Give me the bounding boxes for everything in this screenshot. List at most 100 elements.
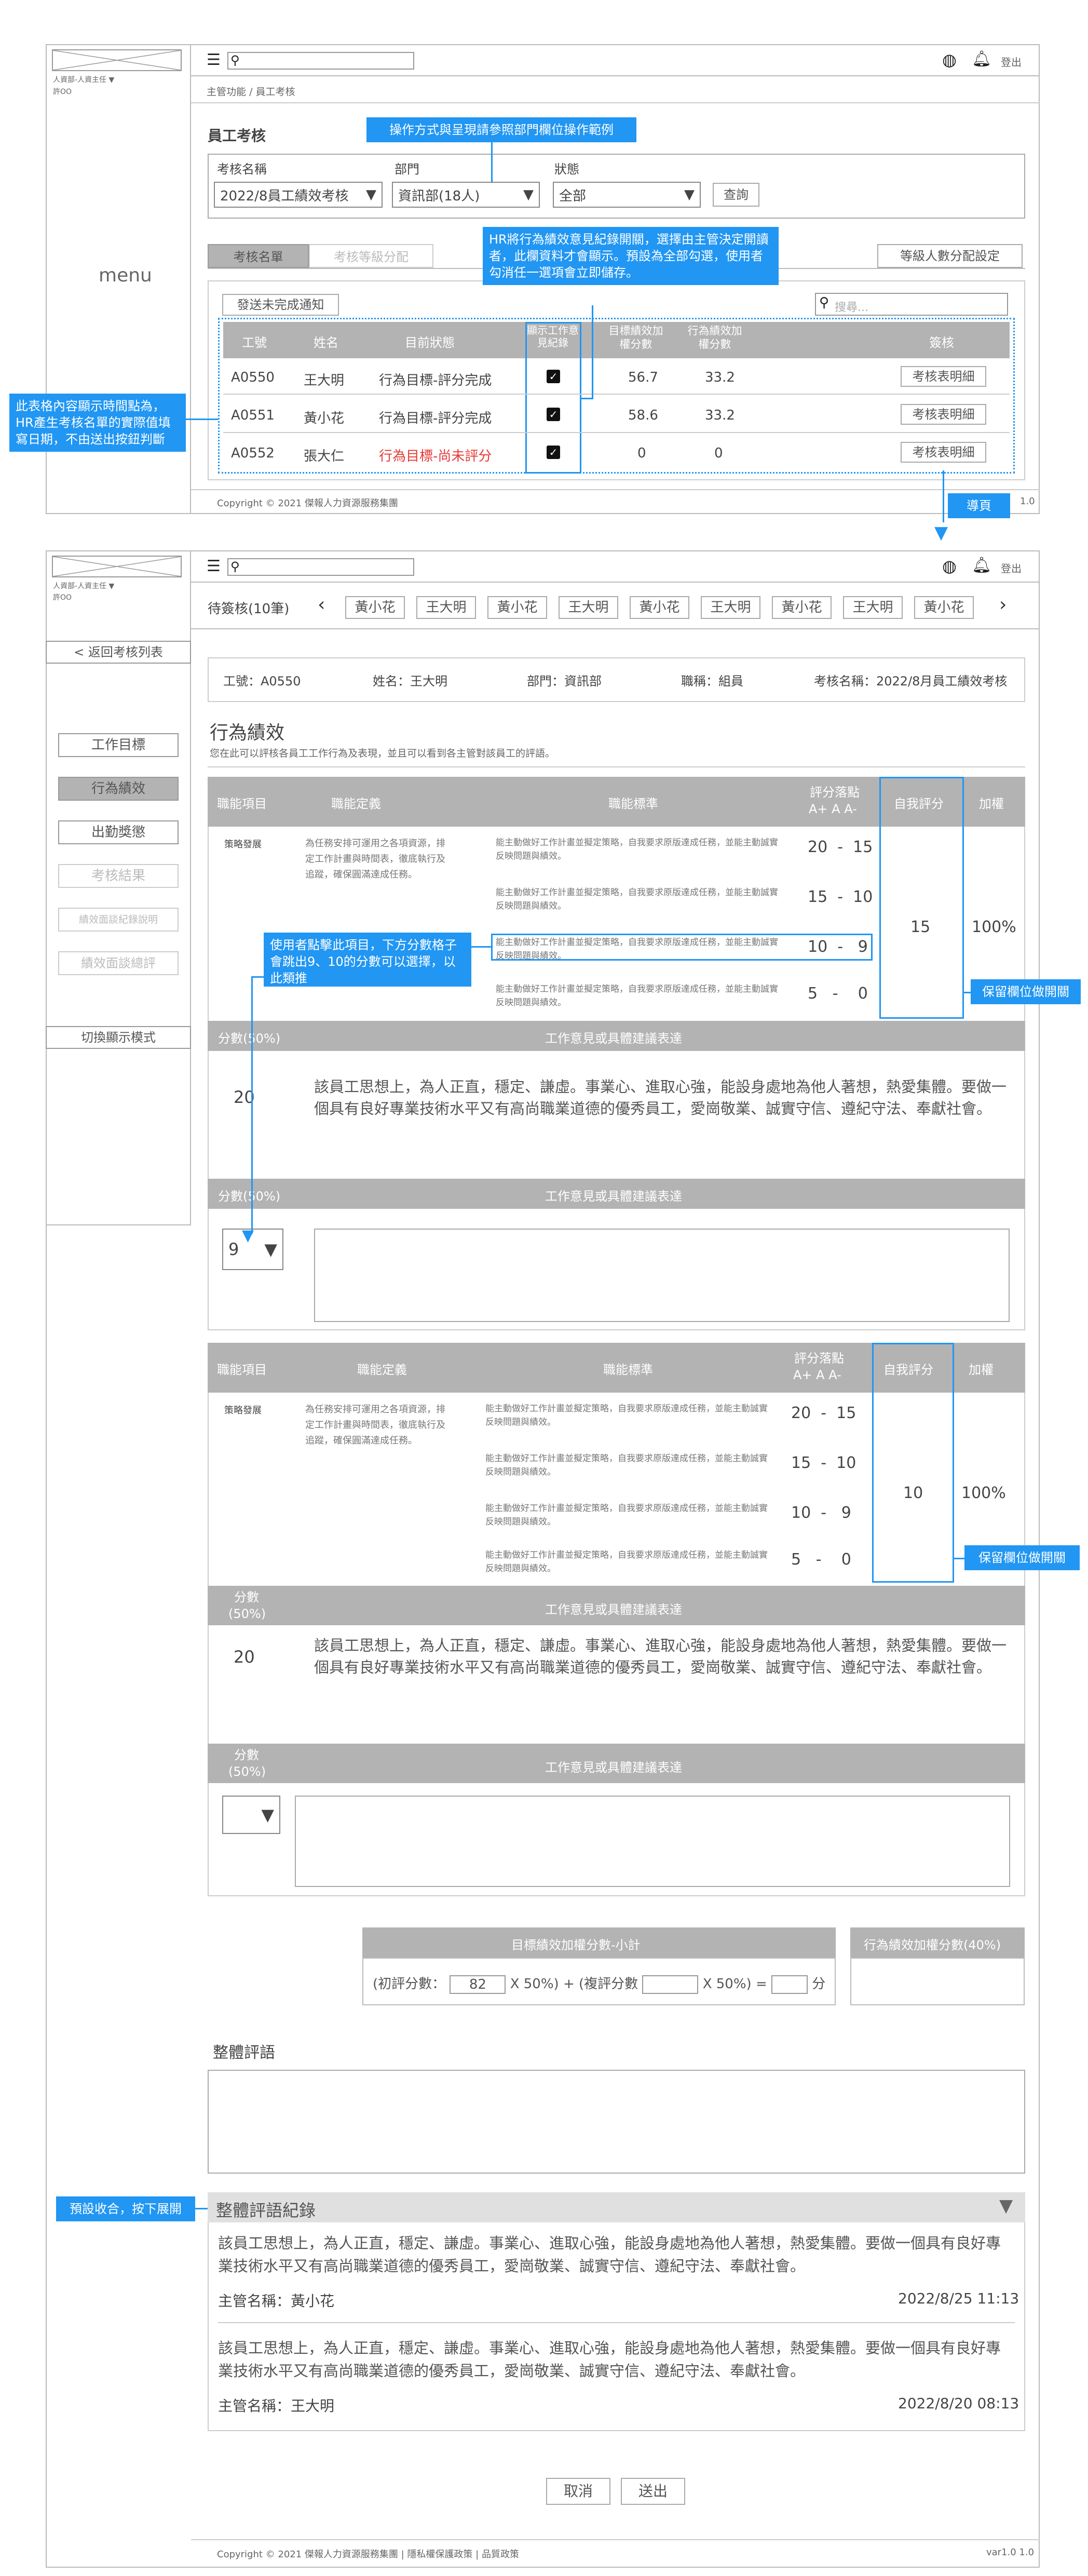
status-select[interactable]: 全部 ▼ [553,182,701,208]
person-chip[interactable]: 黃小花 [487,596,547,619]
person-chip[interactable]: 王大明 [559,596,618,619]
person-chip[interactable]: 黃小花 [772,596,832,619]
note-dept-example: 操作方式與呈現請參照部門欄位操作範例 [366,117,636,142]
person-chip[interactable]: 黃小花 [630,596,689,619]
chevron-down-icon: ▼ [366,187,376,203]
sidebar-item-goal[interactable]: 工作目標 [58,733,179,757]
detail-button[interactable]: 考核表明細 [901,442,986,463]
footer-copyright: Copyright © 2021 傑報人力資源服務集團 [217,498,398,509]
search-input[interactable]: ⚲ [227,52,414,70]
comment-checkbox[interactable]: ✓ [547,370,560,383]
info-exam: 考核名稱：2022/8月員工績效考核 [814,674,1008,689]
score-label: 分數(50%) [228,1748,266,1779]
comment-checkbox[interactable]: ✓ [547,446,560,459]
bell-icon[interactable]: 🔔︎ [972,50,991,68]
chevron-right-icon[interactable]: › [999,594,1007,615]
subtotal-formula: (初評分數： 82 X 50%) + (複評分數 X 50%) = 分 [373,1973,825,1994]
history-header[interactable] [208,2192,1025,2222]
globe-icon[interactable]: ◍ [942,556,957,576]
caret-down-icon: ▼ [264,1239,277,1259]
cell-id: A0550 [231,370,275,385]
note-reserved-1: 保留欄位做開關 [971,979,1081,1004]
toggle-mode-button[interactable]: 切換顯示模式 [46,1026,191,1049]
cancel-button[interactable]: 取消 [546,2478,610,2505]
back-to-list-button[interactable]: < 返回考核列表 [46,641,191,664]
range-value[interactable]: 15 - 10 [808,888,873,906]
range-value[interactable]: 10 - 9 [791,1504,851,1522]
total-input[interactable] [771,1975,808,1994]
connector [954,1558,964,1559]
caret-down-icon: ▼ [261,1805,274,1825]
globe-icon[interactable]: ◍ [942,50,957,70]
logout-link[interactable]: 登出 [1001,560,1022,575]
sidebar-item-behavior[interactable]: 行為績效 [58,777,179,801]
connector [186,419,218,420]
comment-textarea[interactable] [314,1229,1010,1322]
grade-setting-button[interactable]: 等級人數分配設定 [877,244,1023,268]
send-notify-button[interactable]: 發送未完成通知 [222,294,339,316]
collapse-icon[interactable]: ▼ [999,2195,1013,2216]
note-table-timing: 此表格內容顯示時間點為，HR產生考核名單的實際值填寫日期，不由送出按鈕判斷 [9,394,186,452]
cell-name: 張大仁 [304,449,345,464]
version: 1.0 [1020,496,1035,507]
exam-name-select[interactable]: 2022/8員工績效考核 ▼ [214,182,383,208]
tab-list[interactable]: 考核名單 [208,244,309,268]
subtotal-title: 目標績效加權分數-小計 [511,1938,641,1952]
overall-textarea[interactable] [208,2070,1025,2174]
cell-goal: 56.7 [628,370,658,385]
col-id: 工號 [242,335,267,350]
person-chip[interactable]: 黃小花 [345,596,405,619]
cell-id: A0551 [231,408,275,423]
info-title: 職稱：組員 [681,674,743,689]
query-button[interactable]: 查詢 [713,183,759,207]
overall-label: 整體評語 [213,2044,275,2062]
col-goal-score: 目標績效加權分數 [608,325,663,350]
score-select[interactable]: ▼ [222,1796,280,1834]
col-name: 姓名 [314,335,338,350]
bell-icon[interactable]: 🔔︎ [972,556,991,574]
filter-dept-label: 部門 [395,162,419,177]
tab-grade[interactable]: 考核等級分配 [309,244,433,268]
person-chip[interactable]: 王大明 [416,596,476,619]
range-value[interactable]: 20 - 15 [791,1404,856,1422]
cell-goal: 0 [637,446,646,461]
col-range: 評分落點 [794,1351,844,1366]
col-standard: 職能標準 [608,797,658,811]
range-value[interactable]: 20 - 15 [808,838,873,856]
col-definition: 職能定義 [357,1363,407,1377]
range-value[interactable]: 5 - 0 [808,984,868,1003]
dept-select[interactable]: 資訊部(18人) ▼ [392,182,540,208]
submit-button[interactable]: 送出 [621,2478,685,2505]
person-chip[interactable]: 王大明 [701,596,760,619]
search-input[interactable]: ⚲ [227,558,414,576]
competency-item: 策略發展 [224,839,262,850]
sidebar-item-interview-note[interactable]: 績效面談紀錄說明 [58,908,179,932]
user-name-short: 許OO [53,594,72,602]
list-search-input[interactable]: ⚲ 搜尋... [815,293,1008,316]
person-chip[interactable]: 王大明 [843,596,903,619]
hamburger-icon[interactable]: ☰ [207,557,221,575]
sidebar-item-attendance[interactable]: 出勤獎懲 [58,820,179,844]
user-role[interactable]: 人資部-人資主任 ▼ [53,74,114,85]
range-value[interactable]: 5 - 0 [791,1550,851,1569]
cell-name: 王大明 [304,373,345,388]
range-value[interactable]: 15 - 10 [791,1454,856,1472]
info-name: 姓名：王大明 [373,674,447,689]
chevron-left-icon[interactable]: ‹ [318,594,325,615]
comment-textarea[interactable] [295,1796,1010,1887]
first-score-input[interactable]: 82 [450,1975,506,1994]
person-chip[interactable]: 黃小花 [914,596,974,619]
comment-checkbox[interactable]: ✓ [547,408,560,421]
sidebar-item-result[interactable]: 考核結果 [58,864,179,888]
detail-button[interactable]: 考核表明細 [901,404,986,425]
logout-link[interactable]: 登出 [1001,54,1022,69]
user-role[interactable]: 人資部-人資主任 ▼ [53,581,114,591]
col-range-grades: A+ A A- [809,802,857,816]
second-score-input[interactable] [642,1975,699,1994]
user-name-short: 許OO [53,88,72,96]
hamburger-icon[interactable]: ☰ [207,51,221,69]
detail-button[interactable]: 考核表明細 [901,366,986,387]
arrow-down-icon: ▼ [242,1226,254,1245]
sidebar-item-interview-summary[interactable]: 績效面談總評 [58,951,179,975]
col-range-grades: A+ A A- [793,1368,841,1382]
